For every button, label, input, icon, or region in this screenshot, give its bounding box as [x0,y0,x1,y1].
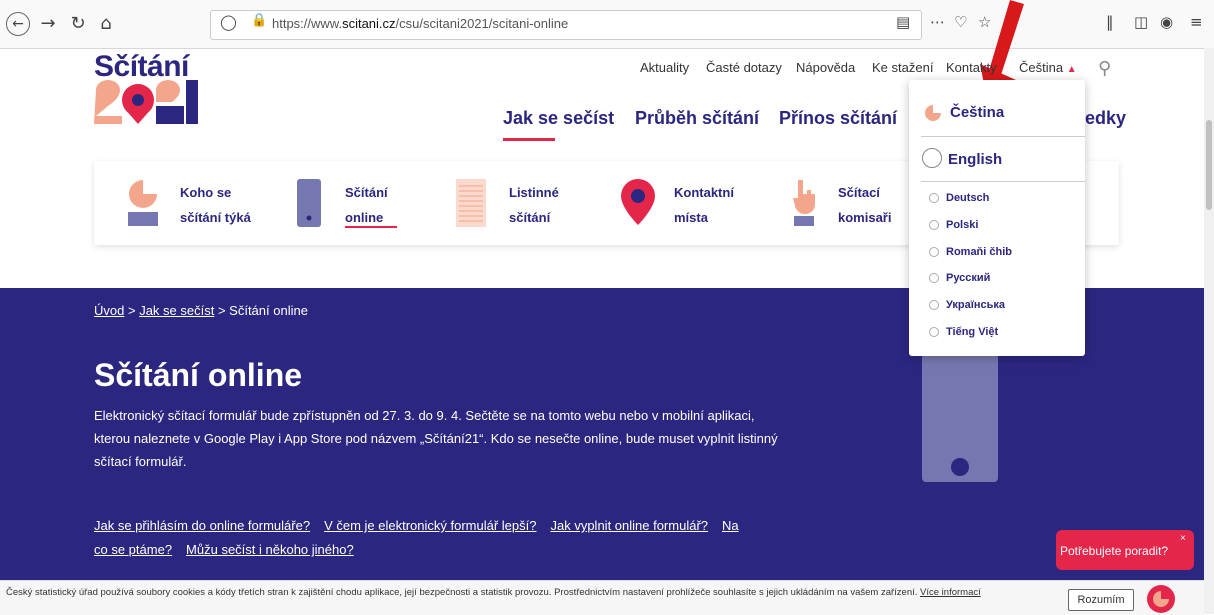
subnav-scitani-online[interactable]: Sčítání online [345,180,388,230]
subnav-koho-se[interactable]: Koho se sčítání týká [180,180,251,230]
back-icon[interactable]: ← [6,12,30,36]
phone-icon [297,179,321,227]
radio-icon [929,193,939,203]
language-label-english: English [948,151,1003,168]
subnav-komisari-line2: komisaři [838,210,892,225]
caret-up-icon: ▲ [1066,64,1077,75]
hand-icon [793,180,815,226]
hero-description: Elektronický sčítací formulář bude zpřís… [94,408,778,469]
topnav-napoveda[interactable]: Nápověda [796,60,855,75]
link-muzu-secist[interactable]: Můžu sečíst i někoho jiného? [186,542,354,557]
location-pin-icon [621,179,655,225]
subnav-scitani-online-line1: Sčítání [345,185,388,200]
site-logo[interactable]: Sčítání [94,50,189,84]
language-toggle-label: Čeština [1019,60,1064,75]
scrollbar-thumb[interactable] [1206,120,1212,210]
breadcrumb-current: Sčítání online [229,303,308,318]
radio-icon [922,148,942,168]
subnav-komisari-line1: Sčítací [838,185,880,200]
sidebar-icon[interactable]: ◫ [1134,13,1148,31]
subnav-koho-se-line1: Koho se [180,185,232,200]
faq-links: Jak se přihlásím do online formuláře? V č… [94,514,754,562]
pocket-icon[interactable]: ♡ [954,13,967,31]
cookie-accept-button[interactable]: Rozumím [1068,589,1134,611]
subnav-listinne-line1: Listinné [509,185,559,200]
mainnav-prubeh-scitani[interactable]: Průběh sčítání [635,108,759,129]
active-subnav-indicator [345,226,397,228]
account-icon[interactable]: ◉ [1160,13,1173,31]
radio-icon [929,327,939,337]
subnav-kontaktni-line2: místa [674,210,708,225]
breadcrumb: Úvod > Jak se sečíst > Sčítání online [94,303,308,318]
selected-radio-icon [925,105,941,121]
home-icon[interactable]: ⌂ [94,12,118,36]
radio-icon [929,273,939,283]
logo-2021-icon[interactable] [94,80,200,124]
subnav-kontaktni-mista[interactable]: Kontaktní místa [674,180,734,230]
radio-icon [929,220,939,230]
topnav-ke-stazeni[interactable]: Ke stažení [872,60,933,75]
language-label-cestina: Čeština [950,104,1005,121]
reader-view-icon[interactable]: ▤ [896,13,910,31]
url-text[interactable]: https://www.scitani.cz/csu/scitani2021/s… [272,16,568,31]
subnav-listinne-scitani[interactable]: Listinné sčítání [509,180,559,230]
dropdown-divider [921,136,1085,137]
mainnav-jak-se-secist[interactable]: Jak se sečíst [503,108,614,129]
topnav-aktuality[interactable]: Aktuality [640,60,689,75]
person-icon [128,180,158,226]
paper-form-icon [456,179,486,227]
forward-icon[interactable]: → [36,12,60,36]
cookie-message: Český statistický úřad používá soubory c… [6,587,918,598]
language-label: Українська [946,299,1006,311]
dropdown-divider [921,181,1085,182]
language-toggle[interactable]: Čeština ▲ [1019,60,1077,75]
link-jak-se-prihlasim[interactable]: Jak se přihlásím do online formuláře? [94,518,310,533]
reload-icon[interactable]: ↻ [66,12,90,36]
topnav-caste-dotazy[interactable]: Časté dotazy [706,60,782,75]
phone-button-dot [951,458,969,476]
cookie-more-link[interactable]: Více informací [920,587,981,598]
radio-icon [929,300,939,310]
mainnav-prinos-scitani[interactable]: Přínos sčítání [779,108,897,129]
subnav-listinne-line2: sčítání [509,210,551,225]
breadcrumb-jak-se-secist[interactable]: Jak se sečíst [139,303,214,318]
page-title: Sčítání online [94,357,303,393]
menu-icon[interactable]: ≡ [1190,13,1203,31]
subnav-kontaktni-line1: Kontaktní [674,185,734,200]
language-label: Polski [946,219,979,231]
language-label: Deutsch [946,192,990,204]
subnav-koho-se-line2: sčítání týká [180,210,251,225]
chat-close-icon[interactable]: × [1180,533,1186,544]
chat-launcher-icon[interactable] [1146,584,1176,614]
radio-icon [929,247,939,257]
link-jak-vyplnit[interactable]: Jak vyplnit online formulář? [550,518,708,533]
more-actions-icon[interactable]: ⋯ [930,13,945,31]
library-icon[interactable]: ‖ [1106,13,1114,31]
language-label: Русский [946,272,991,284]
mainnav-vysledky[interactable]: edky [1085,108,1126,129]
shield-icon[interactable]: ◯ [220,13,237,31]
topnav-kontakty[interactable]: Kontakty [946,60,997,75]
link-v-cem-je-lepsi[interactable]: V čem je elektronický formulář lepší? [324,518,536,533]
subnav-scitaci-komisari[interactable]: Sčítací komisaři [838,180,891,230]
breadcrumb-uvod[interactable]: Úvod [94,303,124,318]
active-nav-indicator [503,138,555,141]
chat-label: Potřebujete poradit? [1060,544,1169,558]
lock-icon[interactable]: 🔒 [251,13,267,28]
cookie-text: Český statistický úřad používá soubory c… [6,586,1046,599]
language-label: Romaňi čhib [946,246,1013,258]
language-label: Tiếng Việt [946,326,999,338]
search-icon[interactable]: ⚲ [1098,58,1111,79]
